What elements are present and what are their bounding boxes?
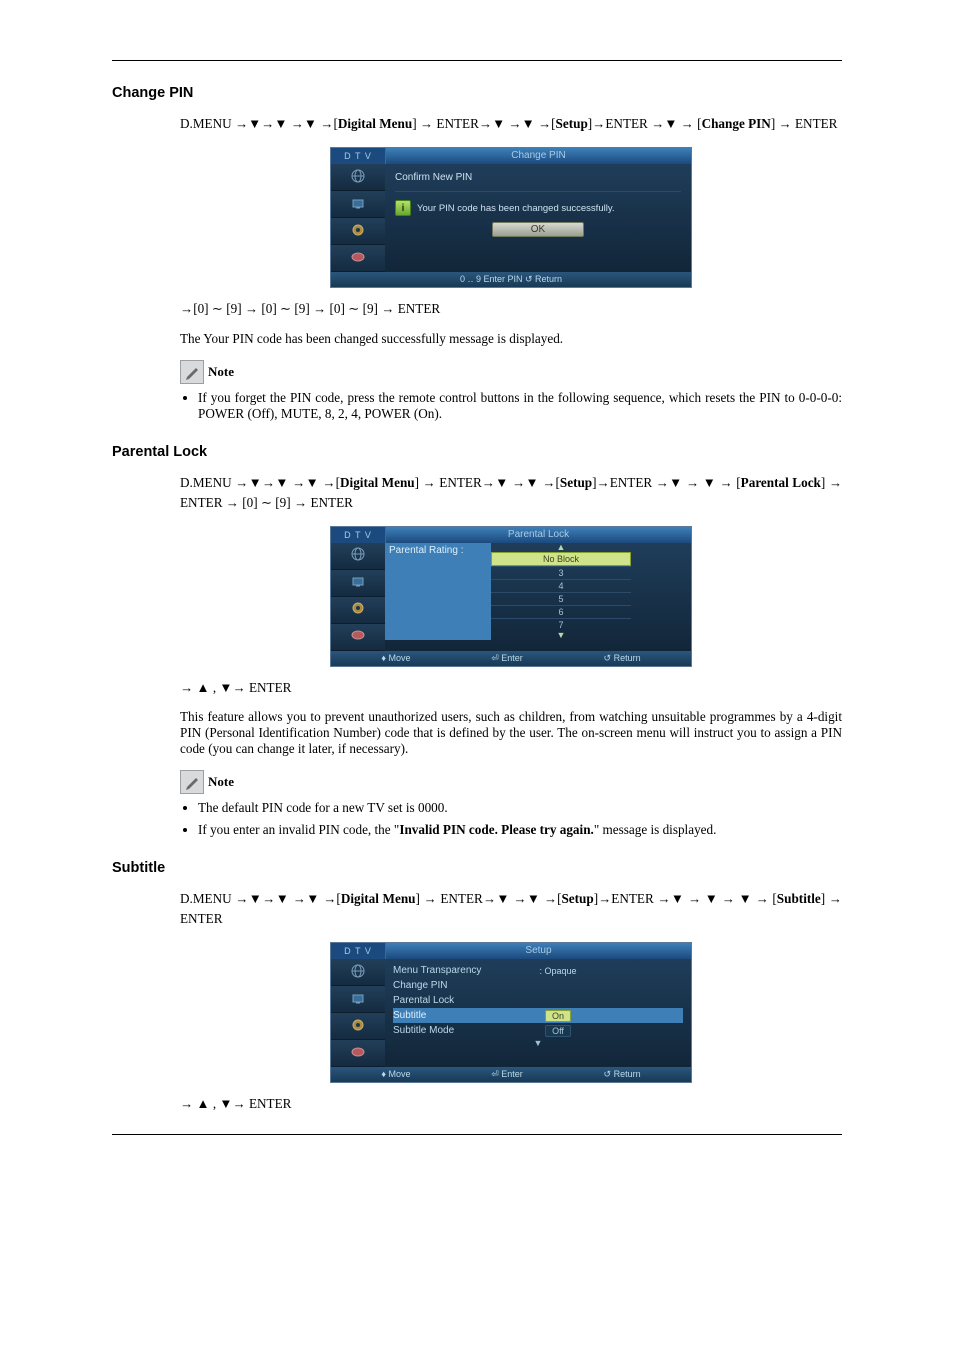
sequence-change-pin: →[0] ∼ [9] → [0] ∼ [9] → [0] ∼ [9] → ENT…: [180, 301, 842, 317]
footer-return: ↺ Return: [604, 1067, 641, 1082]
rating-option[interactable]: 3: [491, 566, 631, 579]
dialog-brand-2: D T V: [331, 527, 385, 543]
setup-row-label: Subtitle: [393, 1010, 523, 1021]
dialog-sidebar-3: [331, 959, 385, 1067]
dialog-sidebar: [331, 164, 385, 272]
dialog-title-2: Parental Lock: [385, 527, 691, 543]
globe-icon: [350, 546, 366, 565]
info-message: Your PIN code has been changed successfu…: [417, 203, 615, 214]
message-change-pin: The Your PIN code has been changed succe…: [180, 331, 842, 347]
chevron-down-icon: ▼: [491, 631, 631, 640]
dialog-brand-3: D T V: [331, 943, 385, 959]
dialog-title-3: Setup: [385, 943, 691, 959]
info-icon: i: [395, 200, 411, 216]
note-label-2: Note: [208, 774, 234, 790]
dialog-brand: D T V: [331, 148, 385, 164]
dialog-sidebar-2: [331, 543, 385, 651]
rating-option[interactable]: No Block: [491, 552, 631, 566]
note-icon: [180, 360, 204, 384]
heading-change-pin: Change PIN: [112, 85, 842, 101]
bottom-divider: [112, 1134, 842, 1135]
path-parental-lock: D.MENU →▼→▼ →▼ →[Digital Menu] → ENTER→▼…: [180, 473, 842, 513]
setup-row-subtitle-mode[interactable]: Subtitle Mode Off: [393, 1023, 683, 1038]
setup-row-label: Menu Transparency: [393, 965, 523, 976]
footer-enter: ⏎ Enter: [491, 651, 523, 666]
setup-row-menu-transparency[interactable]: Menu Transparency : Opaque: [393, 963, 683, 978]
dialog-setup: D T V Setup Menu Transparency : Opaque: [330, 942, 692, 1083]
rating-option[interactable]: 4: [491, 579, 631, 592]
chevron-up-icon: ▲: [491, 543, 631, 552]
chevron-down-icon: ▼: [393, 1038, 683, 1048]
setup-row-parental-lock[interactable]: Parental Lock: [393, 993, 683, 1008]
sequence-subtitle: → ▲ , ▼→ ENTER: [180, 1096, 842, 1112]
gear-icon: [350, 1017, 366, 1036]
heading-parental-lock: Parental Lock: [112, 444, 842, 460]
rating-option[interactable]: 6: [491, 605, 631, 618]
language-icon: [350, 249, 366, 268]
sequence-parental-lock: → ▲ , ▼→ ENTER: [180, 680, 842, 696]
note-bullet-pin-reset: If you forget the PIN code, press the re…: [198, 390, 842, 422]
setup-row-label: Parental Lock: [393, 995, 523, 1006]
setup-row-label: Change PIN: [393, 980, 523, 991]
setup-row-value: Off: [545, 1025, 571, 1037]
footer-return: ↺ Return: [604, 651, 641, 666]
setup-row-subtitle[interactable]: Subtitle On: [393, 1008, 683, 1023]
footer-enter: ⏎ Enter: [491, 1067, 523, 1082]
parental-rating-options[interactable]: ▲ No Block 3 4 5 6 7 ▼: [491, 543, 631, 640]
footer-move: ♦ Move: [381, 1067, 410, 1082]
dialog-footer-2: ♦ Move ⏎ Enter ↺ Return: [331, 651, 691, 666]
dialog-title: Change PIN: [385, 148, 691, 164]
footer-move: ♦ Move: [381, 651, 410, 666]
parental-rating-label: Parental Rating :: [385, 543, 491, 640]
rating-option[interactable]: 5: [491, 592, 631, 605]
tv-icon: [350, 195, 366, 214]
tv-icon: [350, 990, 366, 1009]
path-change-pin: D.MENU →▼→▼ →▼ →[Digital Menu] → ENTER→▼…: [180, 114, 842, 134]
note-bullet-default-pin: The default PIN code for a new TV set is…: [198, 800, 842, 816]
note-label: Note: [208, 364, 234, 380]
top-divider: [112, 60, 842, 61]
confirm-pin-label: Confirm New PIN: [395, 170, 681, 191]
note-bullet-invalid-pin: If you enter an invalid PIN code, the "I…: [198, 822, 842, 838]
rating-option[interactable]: 7: [491, 618, 631, 631]
note-icon: [180, 770, 204, 794]
para-parental-lock: This feature allows you to prevent unaut…: [180, 709, 842, 757]
dialog-change-pin: D T V Change PIN Confirm New PIN i Your …: [330, 147, 692, 288]
tv-icon: [350, 573, 366, 592]
globe-icon: [350, 168, 366, 187]
setup-row-label: Subtitle Mode: [393, 1025, 523, 1036]
setup-row-value: : Opaque: [523, 966, 593, 976]
heading-subtitle: Subtitle: [112, 860, 842, 876]
ok-button[interactable]: OK: [492, 222, 584, 237]
path-subtitle: D.MENU →▼→▼ →▼ →[Digital Menu] → ENTER→▼…: [180, 889, 842, 929]
dialog-footer: 0 ‥ 9 Enter PIN ↺ Return: [331, 272, 691, 287]
gear-icon: [350, 222, 366, 241]
language-icon: [350, 627, 366, 646]
setup-row-change-pin[interactable]: Change PIN: [393, 978, 683, 993]
globe-icon: [350, 963, 366, 982]
dialog-parental-lock: D T V Parental Lock Parental Rating : ▲ …: [330, 526, 692, 667]
language-icon: [350, 1044, 366, 1063]
dialog-footer-3: ♦ Move ⏎ Enter ↺ Return: [331, 1067, 691, 1082]
setup-row-value: On: [545, 1010, 571, 1022]
gear-icon: [350, 600, 366, 619]
setup-list: Menu Transparency : Opaque Change PIN Pa…: [385, 959, 691, 1067]
